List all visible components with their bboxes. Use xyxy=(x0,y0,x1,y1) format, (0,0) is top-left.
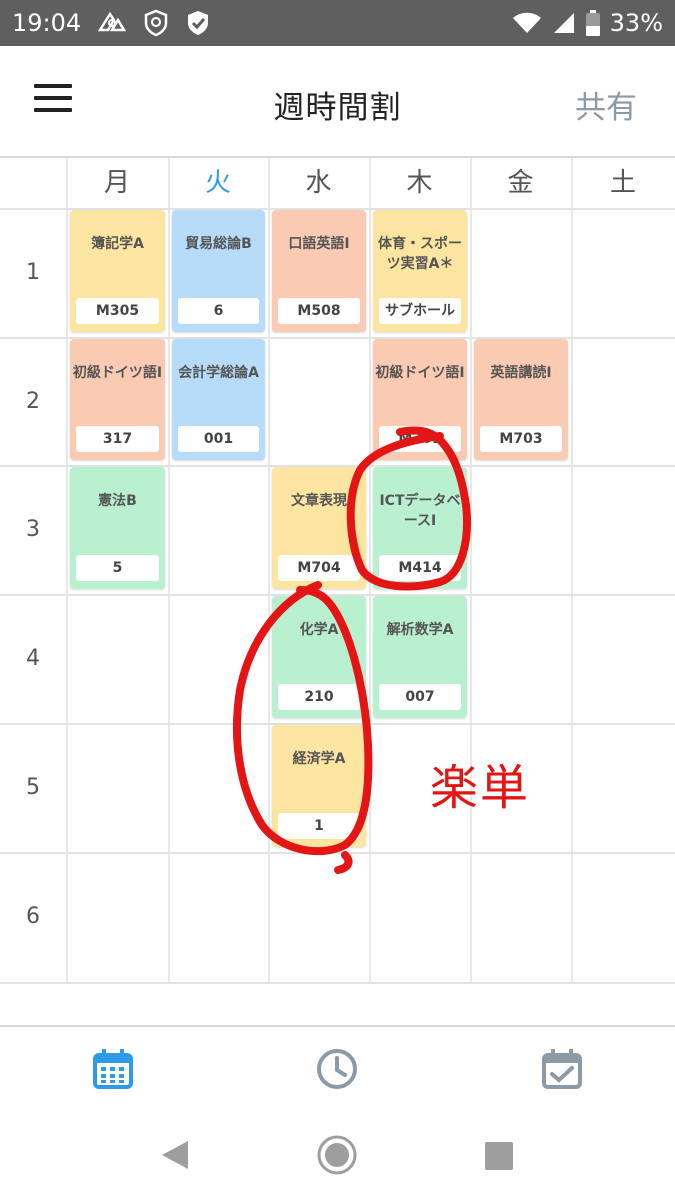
class-name: 体育・スポーツ実習A＊ xyxy=(378,236,462,272)
day-header: 金 xyxy=(507,168,534,198)
class-cell[interactable]: 口語英語Ⅰ M508 xyxy=(272,210,366,332)
battery-percentage: 33% xyxy=(609,9,663,37)
class-name: 憲法B xyxy=(98,493,137,509)
class-room: 1 xyxy=(278,813,360,839)
grid-column-divider xyxy=(168,158,170,984)
class-room: 007 xyxy=(379,684,461,710)
class-name: 文章表現 xyxy=(291,493,347,509)
recents-button[interactable] xyxy=(484,1141,514,1175)
class-room: M301 xyxy=(379,426,461,452)
class-cell[interactable]: 経済学A 1 xyxy=(272,725,366,847)
page-title: 週時間割 xyxy=(273,90,402,126)
day-header: 月 xyxy=(103,168,130,198)
class-name: 解析数学A xyxy=(386,622,454,638)
class-room: M704 xyxy=(278,555,360,581)
class-cell[interactable]: 解析数学A 007 xyxy=(373,596,467,718)
grid-column-divider xyxy=(66,158,68,984)
app-notification-icon xyxy=(97,10,127,36)
status-time: 19:04 xyxy=(12,9,82,37)
tab-clock[interactable] xyxy=(315,1047,359,1091)
class-cell[interactable]: 文章表現 M704 xyxy=(272,467,366,589)
class-name: 英語講読Ⅰ xyxy=(490,365,552,381)
class-name: 経済学A xyxy=(292,751,346,767)
grid-column-divider xyxy=(369,158,371,984)
class-room: 5 xyxy=(76,555,159,581)
tab-assignments[interactable] xyxy=(540,1047,584,1091)
calendar-icon xyxy=(93,1049,133,1089)
bottom-tab-bar xyxy=(0,1025,675,1111)
class-cell[interactable]: 英語講読Ⅰ M703 xyxy=(474,339,568,460)
day-header: 土 xyxy=(609,168,636,198)
class-room: M703 xyxy=(480,426,562,452)
period-number: 5 xyxy=(26,775,40,800)
battery-icon xyxy=(585,10,600,36)
annotation-text: 楽単 xyxy=(430,760,531,816)
class-room: サブホール xyxy=(379,298,461,324)
class-name: 会計学総論A xyxy=(178,365,259,381)
period-number: 6 xyxy=(26,904,40,929)
class-room: 001 xyxy=(178,426,259,452)
share-button[interactable]: 共有 xyxy=(575,82,637,127)
class-room: M508 xyxy=(278,298,360,324)
back-icon xyxy=(162,1141,188,1169)
grid-row-divider xyxy=(0,852,675,854)
class-room: M414 xyxy=(379,555,461,581)
class-name: 初級ドイツ語Ⅰ xyxy=(375,365,465,381)
vpn-shield-icon xyxy=(143,9,169,37)
day-header: 木 xyxy=(406,168,433,198)
signal-icon xyxy=(552,11,576,35)
grid-column-divider xyxy=(571,158,573,984)
period-number: 1 xyxy=(26,260,40,285)
grid-column-divider xyxy=(268,158,270,984)
class-name: ICTデータベースⅠ xyxy=(379,493,461,529)
class-cell[interactable]: ICTデータベースⅠ M414 xyxy=(373,467,467,589)
day-header: 火 xyxy=(204,168,231,198)
class-name: 初級ドイツ語Ⅰ xyxy=(72,365,163,381)
class-room: 317 xyxy=(76,426,159,452)
recents-icon xyxy=(485,1142,513,1170)
period-number: 3 xyxy=(26,517,40,542)
wifi-icon xyxy=(512,11,542,35)
class-name: 貿易総論B xyxy=(185,236,252,252)
home-button[interactable] xyxy=(316,1134,358,1180)
class-cell[interactable]: 簿記学A M305 xyxy=(70,210,165,332)
tab-timetable[interactable] xyxy=(91,1047,135,1091)
class-name: 口語英語Ⅰ xyxy=(288,236,350,252)
class-name: 化学A xyxy=(299,622,339,638)
app-header: 週時間割 共有 xyxy=(0,46,675,158)
back-button[interactable] xyxy=(160,1139,190,1175)
clock-icon xyxy=(317,1049,357,1089)
timetable-grid: 月 火 水 木 金 土 1 2 3 4 5 6 簿記学A M305 貿易総論B 6 口語英語Ⅰ M508 体育・スポ… xyxy=(0,158,675,984)
class-cell[interactable]: 初級ドイツ語Ⅰ M301 xyxy=(373,339,467,460)
class-cell[interactable]: 体育・スポーツ実習A＊ サブホール xyxy=(373,210,467,332)
class-name: 簿記学A xyxy=(91,236,144,252)
home-icon xyxy=(317,1135,357,1175)
class-cell[interactable]: 化学A 210 xyxy=(272,596,366,718)
calendar-check-icon xyxy=(542,1049,582,1089)
class-cell[interactable]: 初級ドイツ語Ⅰ 317 xyxy=(70,339,165,460)
class-cell[interactable]: 会計学総論A 001 xyxy=(172,339,265,460)
period-number: 4 xyxy=(26,646,40,671)
security-check-icon xyxy=(185,9,211,37)
system-nav-bar xyxy=(0,1111,675,1200)
grid-row-divider xyxy=(0,982,675,984)
class-room: M305 xyxy=(76,298,159,324)
day-header: 水 xyxy=(305,168,332,198)
class-cell[interactable]: 貿易総論B 6 xyxy=(172,210,265,332)
grid-column-divider xyxy=(470,158,472,984)
status-bar: 19:04 33% xyxy=(0,0,675,46)
period-number: 2 xyxy=(26,389,40,414)
class-room: 6 xyxy=(178,298,259,324)
class-room: 210 xyxy=(278,684,360,710)
class-cell[interactable]: 憲法B 5 xyxy=(70,467,165,589)
